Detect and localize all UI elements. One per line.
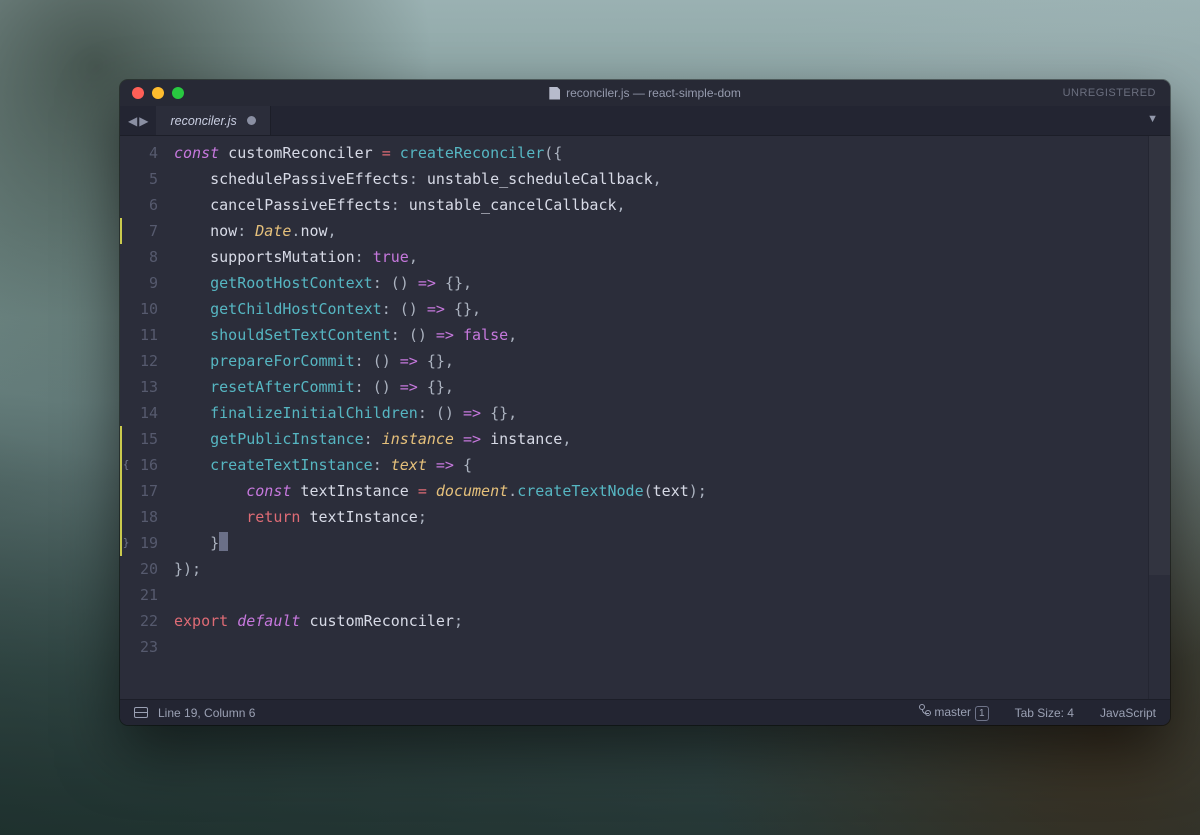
editor-area[interactable]: 45678910111213141516{171819}20212223 con… — [120, 136, 1170, 699]
code-line[interactable] — [174, 582, 1148, 608]
code-line[interactable]: export default customReconciler; — [174, 608, 1148, 634]
code-content[interactable]: const customReconciler = createReconcile… — [168, 136, 1148, 699]
window-controls — [132, 87, 184, 99]
status-bar: Line 19, Column 6 master 1 Tab Size: 4 Ja… — [120, 699, 1170, 725]
line-number: 13 — [120, 374, 158, 400]
cursor-position[interactable]: Line 19, Column 6 — [158, 706, 255, 720]
file-icon — [549, 87, 560, 100]
line-number: 9 — [120, 270, 158, 296]
line-number: 11 — [120, 322, 158, 348]
line-number: 21 — [120, 582, 158, 608]
fold-marker[interactable]: } — [120, 530, 132, 556]
line-number-gutter: 45678910111213141516{171819}20212223 — [120, 136, 168, 699]
line-number: 18 — [120, 504, 158, 530]
line-number: 23 — [120, 634, 158, 660]
status-left: Line 19, Column 6 — [134, 706, 255, 720]
code-line[interactable]: } — [174, 530, 1148, 556]
line-number: 5 — [120, 166, 158, 192]
code-line[interactable]: prepareForCommit: () => {}, — [174, 348, 1148, 374]
code-line[interactable]: return textInstance; — [174, 504, 1148, 530]
line-number: 8 — [120, 244, 158, 270]
window-title: reconciler.js — react-simple-dom — [549, 86, 741, 100]
line-number: 7 — [120, 218, 158, 244]
code-line[interactable]: finalizeInitialChildren: () => {}, — [174, 400, 1148, 426]
code-line[interactable]: }); — [174, 556, 1148, 582]
line-number: 22 — [120, 608, 158, 634]
status-right: master 1 Tab Size: 4 JavaScript — [919, 704, 1156, 721]
code-line[interactable]: schedulePassiveEffects: unstable_schedul… — [174, 166, 1148, 192]
editor-window: reconciler.js — react-simple-dom UNREGIS… — [120, 80, 1170, 725]
tab-dirty-icon — [247, 116, 256, 125]
line-number: 12 — [120, 348, 158, 374]
line-number: 15 — [120, 426, 158, 452]
tab-size[interactable]: Tab Size: 4 — [1015, 706, 1074, 720]
code-line[interactable]: const customReconciler = createReconcile… — [174, 140, 1148, 166]
code-line[interactable]: resetAfterCommit: () => {}, — [174, 374, 1148, 400]
line-number: 10 — [120, 296, 158, 322]
tab-reconciler[interactable]: reconciler.js — [156, 106, 270, 135]
code-line[interactable]: const textInstance = document.createText… — [174, 478, 1148, 504]
code-line[interactable]: supportsMutation: true, — [174, 244, 1148, 270]
line-number: 19} — [120, 530, 158, 556]
fold-marker[interactable]: { — [120, 452, 132, 478]
minimap-viewport[interactable] — [1149, 136, 1170, 575]
nav-back-icon[interactable]: ◀ — [128, 114, 137, 128]
line-number: 14 — [120, 400, 158, 426]
tab-filename: reconciler.js — [170, 114, 236, 128]
tab-history-nav: ◀ ▶ — [120, 106, 156, 135]
desktop-wallpaper: reconciler.js — react-simple-dom UNREGIS… — [0, 0, 1200, 835]
git-branch[interactable]: master 1 — [919, 704, 989, 721]
titlebar: reconciler.js — react-simple-dom UNREGIS… — [120, 80, 1170, 106]
panel-icon[interactable] — [134, 707, 148, 718]
line-number: 4 — [120, 140, 158, 166]
nav-forward-icon[interactable]: ▶ — [139, 114, 148, 128]
unregistered-label: UNREGISTERED — [1063, 87, 1156, 99]
syntax-language[interactable]: JavaScript — [1100, 706, 1156, 720]
code-line[interactable]: getRootHostContext: () => {}, — [174, 270, 1148, 296]
minimize-icon[interactable] — [152, 87, 164, 99]
code-line[interactable]: createTextInstance: text => { — [174, 452, 1148, 478]
code-line[interactable]: getChildHostContext: () => {}, — [174, 296, 1148, 322]
code-line[interactable]: getPublicInstance: instance => instance, — [174, 426, 1148, 452]
line-number: 16{ — [120, 452, 158, 478]
window-title-text: reconciler.js — react-simple-dom — [566, 86, 741, 100]
minimap[interactable] — [1148, 136, 1170, 699]
code-line[interactable]: now: Date.now, — [174, 218, 1148, 244]
tab-dropdown-icon[interactable]: ▼ — [1147, 113, 1158, 125]
cursor — [219, 532, 228, 551]
branch-name: master — [934, 705, 971, 719]
line-number: 6 — [120, 192, 158, 218]
tab-bar: ◀ ▶ reconciler.js ▼ — [120, 106, 1170, 136]
code-line[interactable] — [174, 634, 1148, 660]
line-number: 20 — [120, 556, 158, 582]
maximize-icon[interactable] — [172, 87, 184, 99]
branch-count: 1 — [975, 706, 989, 721]
code-line[interactable]: cancelPassiveEffects: unstable_cancelCal… — [174, 192, 1148, 218]
close-icon[interactable] — [132, 87, 144, 99]
line-number: 17 — [120, 478, 158, 504]
branch-icon — [919, 704, 931, 716]
code-line[interactable]: shouldSetTextContent: () => false, — [174, 322, 1148, 348]
